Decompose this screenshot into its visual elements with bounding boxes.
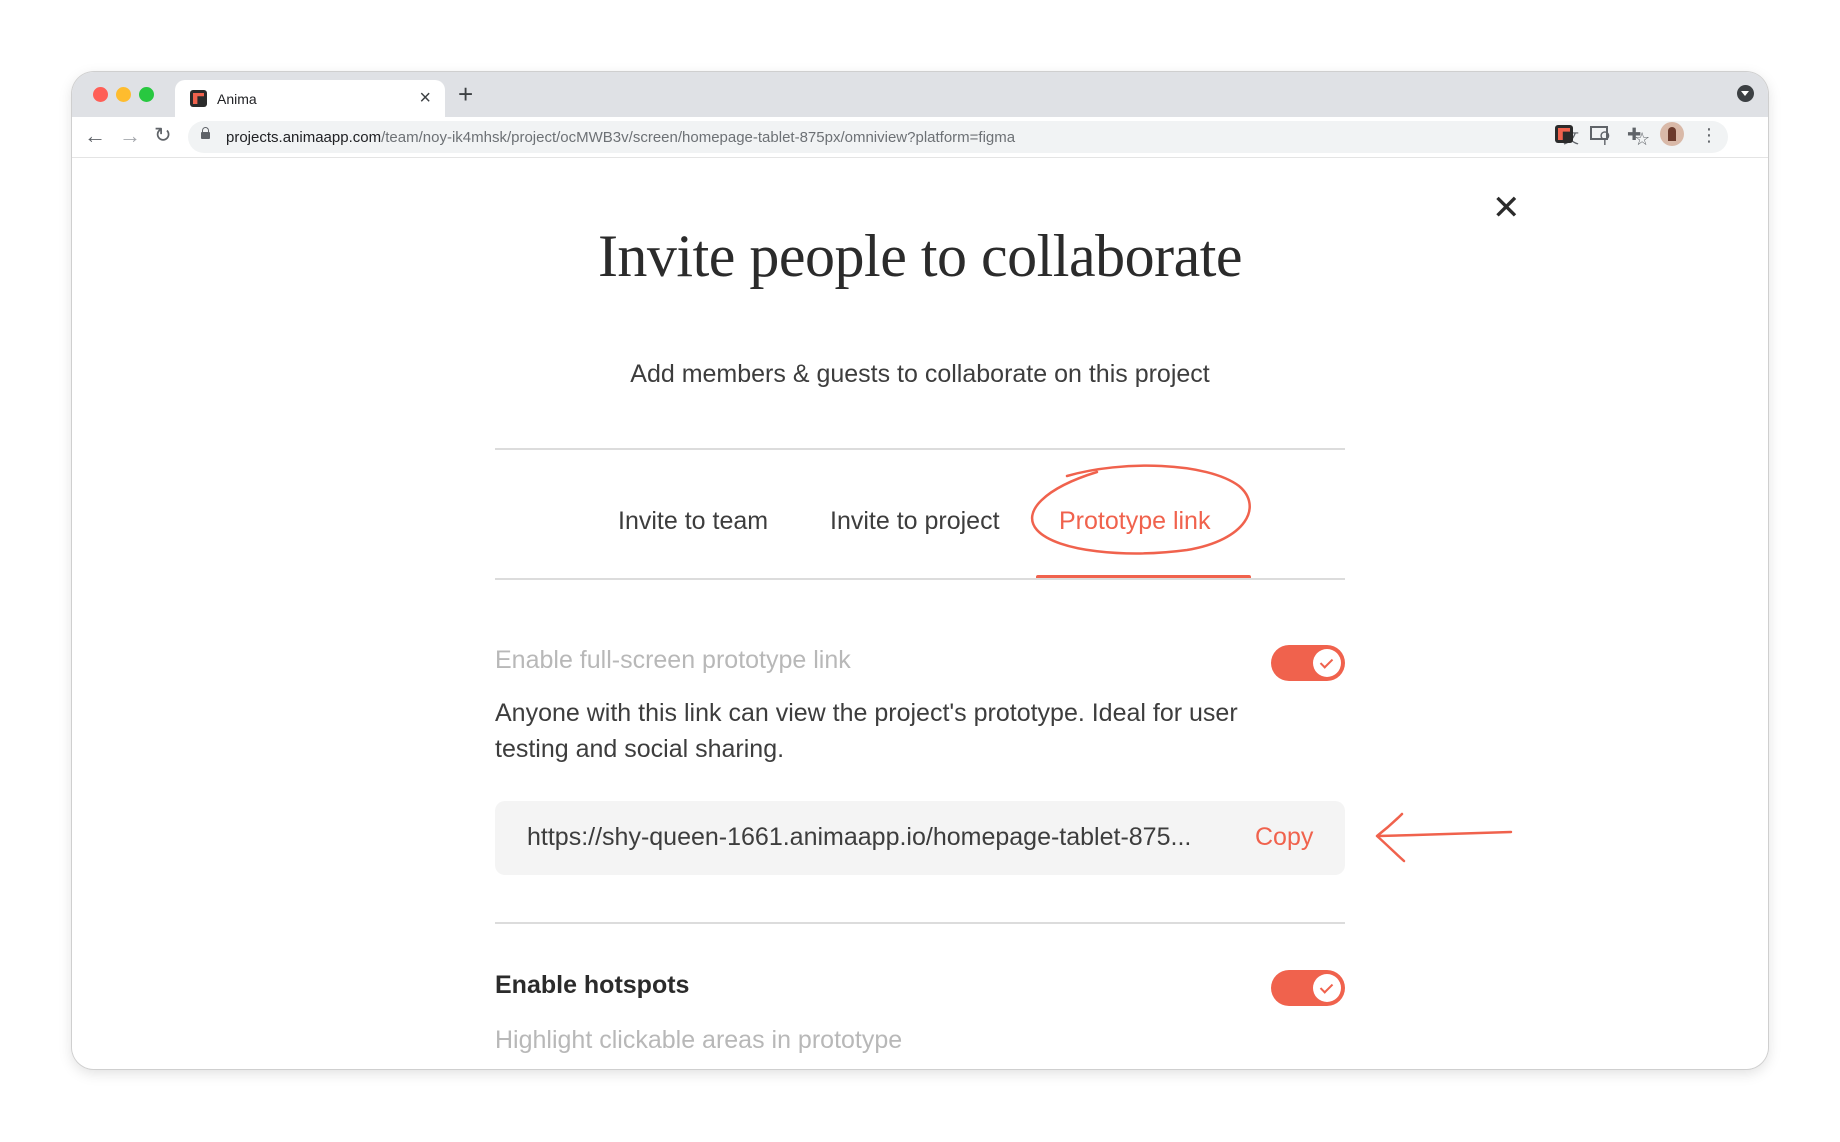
tab-invite-to-team[interactable]: Invite to team <box>618 507 768 536</box>
prototype-link-toggle[interactable] <box>1271 645 1345 681</box>
address-bar[interactable]: projects.animaapp.com/team/noy-ik4mhsk/p… <box>188 121 1728 153</box>
checkmark-icon <box>1313 974 1341 1002</box>
url-path: /team/noy-ik4mhsk/project/ocMWB3v/screen… <box>381 129 1016 146</box>
hotspots-toggle[interactable] <box>1271 970 1345 1006</box>
minimize-window-button[interactable] <box>116 87 131 102</box>
profile-avatar[interactable] <box>1660 122 1684 146</box>
browser-tab[interactable]: Anima × <box>175 80 445 117</box>
lock-icon[interactable] <box>201 127 210 139</box>
reload-button[interactable]: ↻ <box>154 123 172 149</box>
invite-modal: ✕ Invite people to collaborate Add membe… <box>72 158 1768 1069</box>
prototype-description: Anyone with this link can view the proje… <box>495 699 1238 763</box>
anima-extension-icon[interactable] <box>1555 125 1573 143</box>
enable-hotspots-label: Enable hotspots <box>495 971 690 999</box>
url-host: projects.animaapp.com <box>226 129 382 146</box>
divider <box>495 448 1345 450</box>
modal-title: Invite people to collaborate <box>597 223 1243 289</box>
extensions-puzzle-icon[interactable]: ✚ <box>1627 126 1641 144</box>
tab-search-icon[interactable] <box>1737 85 1754 102</box>
highlight-circle-annotation <box>1030 464 1251 555</box>
prototype-link-field[interactable]: https://shy-queen-1661.animaapp.io/homep… <box>495 801 1345 875</box>
divider <box>495 578 1345 580</box>
maximize-window-button[interactable] <box>139 87 154 102</box>
tab-title: Anima <box>217 91 257 107</box>
hotspots-description: Highlight clickable areas in prototype <box>495 1026 903 1054</box>
url-text[interactable]: projects.animaapp.com/team/noy-ik4mhsk/p… <box>226 129 1015 146</box>
enable-prototype-link-label: Enable full-screen prototype link <box>495 646 851 674</box>
copy-link-button[interactable]: Copy <box>1255 823 1313 852</box>
tab-close-icon[interactable]: × <box>419 87 431 109</box>
prototype-url[interactable]: https://shy-queen-1661.animaapp.io/homep… <box>527 823 1191 852</box>
screenshot-icon[interactable] <box>1590 126 1608 140</box>
modal-subtitle: Add members & guests to collaborate on t… <box>630 360 1210 388</box>
anima-favicon-icon <box>190 90 207 107</box>
close-window-button[interactable] <box>93 87 108 102</box>
close-modal-icon[interactable]: ✕ <box>1492 191 1521 225</box>
browser-toolbar: ← → ↻ projects.animaapp.com/team/noy-ik4… <box>72 117 1768 158</box>
new-tab-button[interactable]: + <box>458 80 473 108</box>
arrow-annotation-icon <box>1375 812 1513 863</box>
divider <box>495 922 1345 924</box>
browser-window: Anima × + ← → ↻ projects.animaapp.com/te… <box>72 72 1768 1069</box>
tab-invite-to-project[interactable]: Invite to project <box>830 507 1000 536</box>
tab-bar: Anima × + <box>72 72 1768 117</box>
back-button[interactable]: ← <box>84 123 106 149</box>
forward-button[interactable]: → <box>119 123 141 149</box>
browser-menu-icon[interactable]: ⋮ <box>1700 126 1718 144</box>
checkmark-icon <box>1313 649 1341 677</box>
